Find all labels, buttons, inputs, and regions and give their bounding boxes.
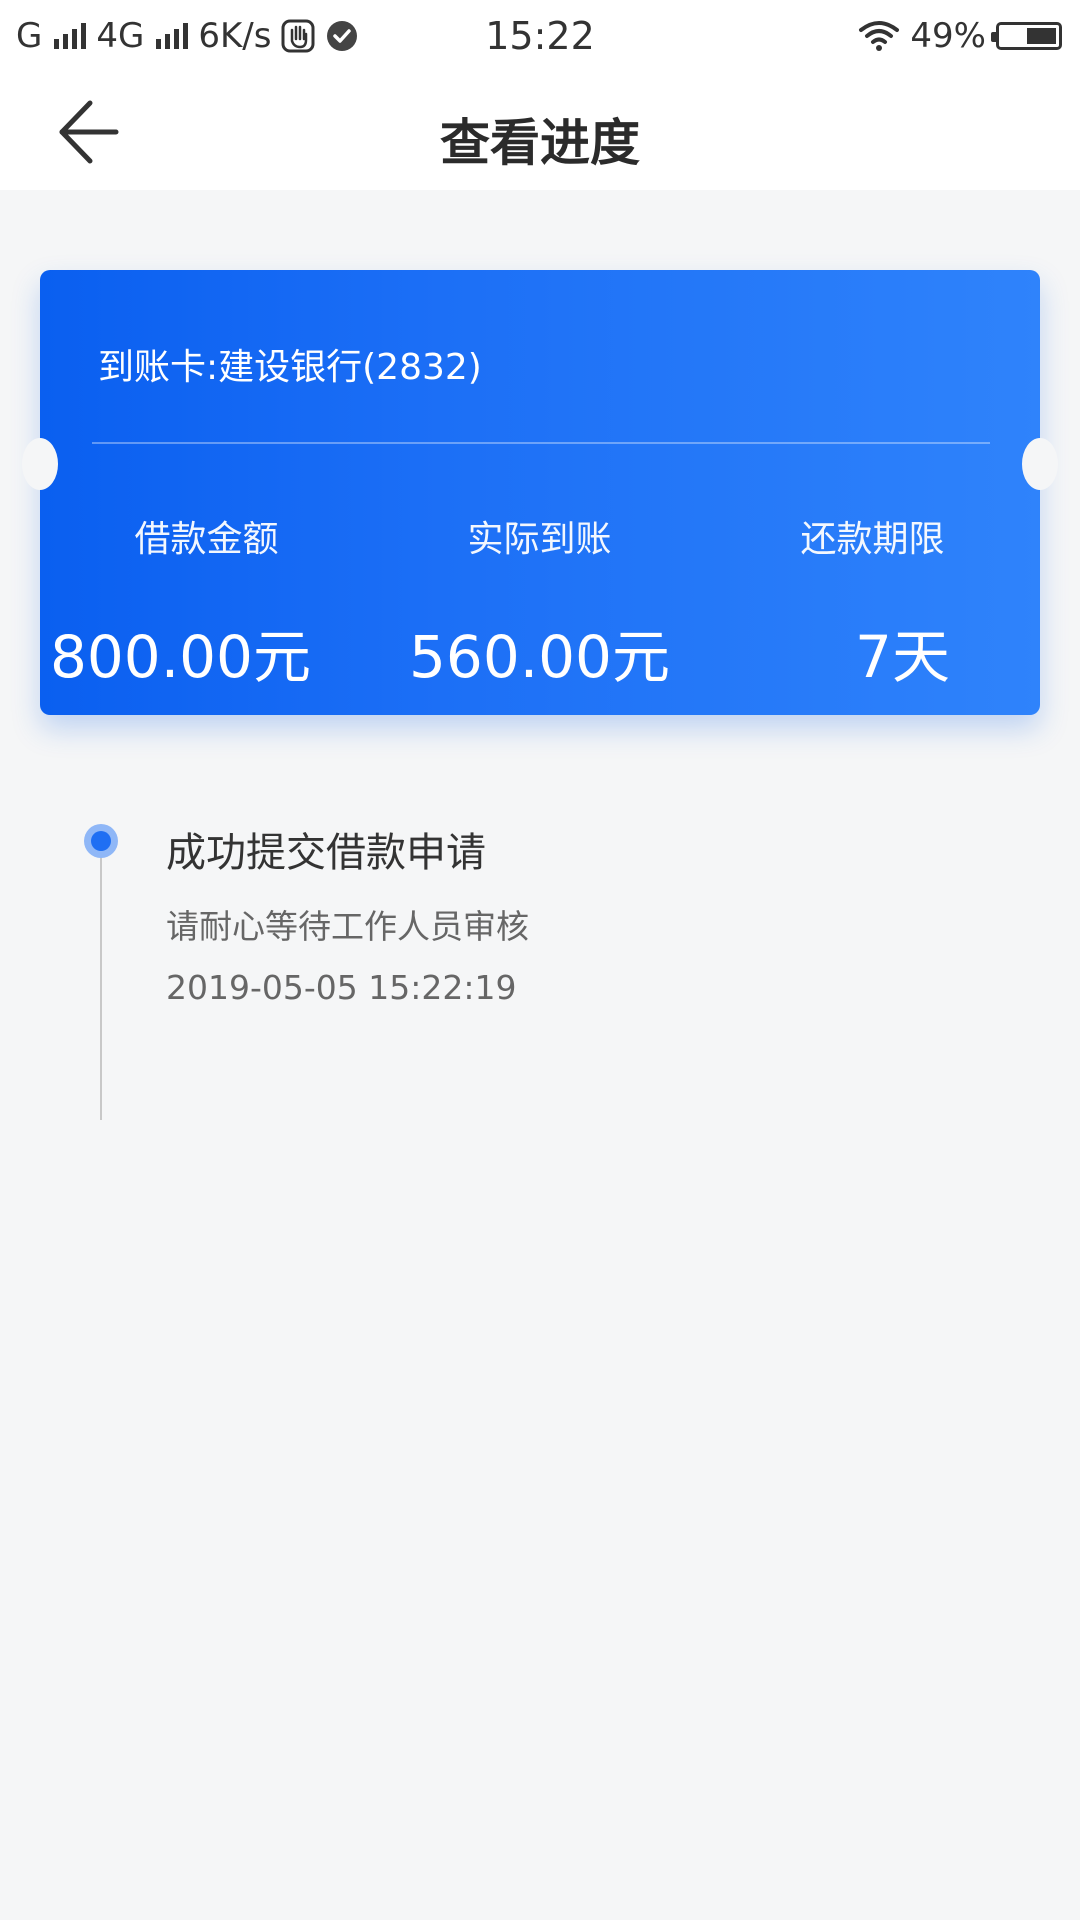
repay-term-value: 7天 <box>855 623 950 691</box>
status-right: 49% <box>858 16 1062 56</box>
loan-card: 到账卡:建设银行(2832) 借款金额 800.00元 实际到账 560.00元… <box>22 270 1058 715</box>
card-notch-right <box>1022 438 1058 490</box>
receiving-card: 到账卡:建设银行(2832) <box>98 347 482 388</box>
timeline-line <box>100 840 102 1120</box>
battery-percent: 49% <box>910 16 986 56</box>
actual-amount-label: 实际到账 <box>467 519 612 560</box>
timeline-subtitle: 请耐心等待工作人员审核 <box>166 907 529 946</box>
loan-amount-value: 800.00元 <box>50 623 311 691</box>
card-divider <box>92 442 990 444</box>
timeline-dot <box>84 824 118 858</box>
loan-amount-label: 借款金额 <box>134 519 279 560</box>
timeline-title: 成功提交借款申请 <box>166 830 486 876</box>
battery-icon <box>991 22 1062 50</box>
repay-term-col: 还款期限 7天 <box>706 510 1039 694</box>
loan-amount-col: 借款金额 800.00元 <box>40 510 373 694</box>
wifi-icon <box>859 21 900 51</box>
repay-term-label: 还款期限 <box>800 519 945 560</box>
card-notch-left <box>22 438 58 490</box>
actual-amount-value: 560.00元 <box>409 623 670 691</box>
nav-bar: 查看进度 <box>0 75 1080 190</box>
timeline-timestamp: 2019-05-05 15:22:19 <box>166 968 517 1007</box>
page-title: 查看进度 <box>440 114 640 172</box>
status-bar: G 4G 6K/s 15:22 49% <box>0 0 1080 75</box>
actual-amount-col: 实际到账 560.00元 <box>373 510 706 694</box>
